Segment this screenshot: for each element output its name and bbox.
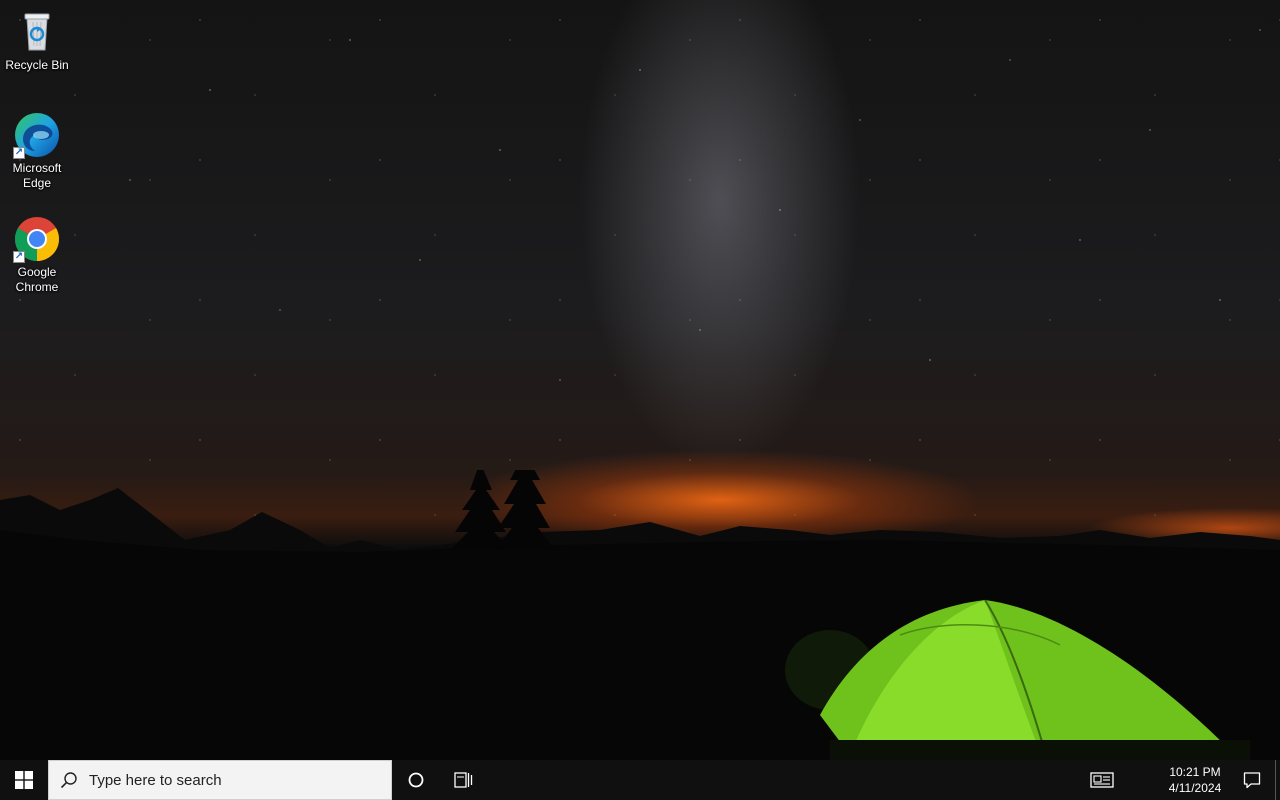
microsoft-edge-icon: ↗ [13, 111, 61, 159]
taskbar-search-box[interactable] [48, 760, 392, 800]
task-view-button[interactable] [444, 760, 484, 800]
windows-logo-icon [15, 771, 33, 789]
clock-time: 10:21 PM [1169, 765, 1221, 779]
show-desktop-button[interactable] [1275, 760, 1280, 800]
desktop-icon-label: Google Chrome [15, 265, 59, 294]
recycle-bin-icon [13, 8, 61, 56]
search-icon [59, 770, 79, 790]
desktop[interactable]: Recycle Bin ↗ Microsoft Edge ↗ Google Ch… [0, 0, 1280, 760]
google-chrome-icon: ↗ [13, 215, 61, 263]
news-and-interests-button[interactable] [1082, 760, 1122, 800]
shortcut-arrow-icon: ↗ [13, 251, 25, 263]
shortcut-arrow-icon: ↗ [13, 147, 25, 159]
task-view-icon [454, 772, 473, 788]
desktop-icon-microsoft-edge[interactable]: ↗ Microsoft Edge [2, 111, 72, 191]
taskbar-clock[interactable]: 10:21 PM 4/11/2024 [1158, 760, 1232, 800]
wallpaper-landscape [0, 470, 1280, 760]
desktop-icon-google-chrome[interactable]: ↗ Google Chrome [2, 215, 72, 295]
clock-date: 4/11/2024 [1168, 781, 1222, 795]
news-and-interests-icon [1090, 772, 1114, 788]
action-center-icon [1243, 772, 1261, 789]
search-input[interactable] [89, 771, 379, 789]
cortana-button[interactable] [396, 760, 436, 800]
start-button[interactable] [0, 760, 48, 800]
desktop-icon-recycle-bin[interactable]: Recycle Bin [2, 8, 72, 73]
taskbar: 10:21 PM 4/11/2024 [0, 760, 1280, 800]
desktop-icon-label: Microsoft Edge [12, 161, 62, 190]
action-center-button[interactable] [1232, 760, 1272, 800]
desktop-icon-label: Recycle Bin [5, 58, 69, 72]
cortana-circle-icon [408, 772, 424, 788]
